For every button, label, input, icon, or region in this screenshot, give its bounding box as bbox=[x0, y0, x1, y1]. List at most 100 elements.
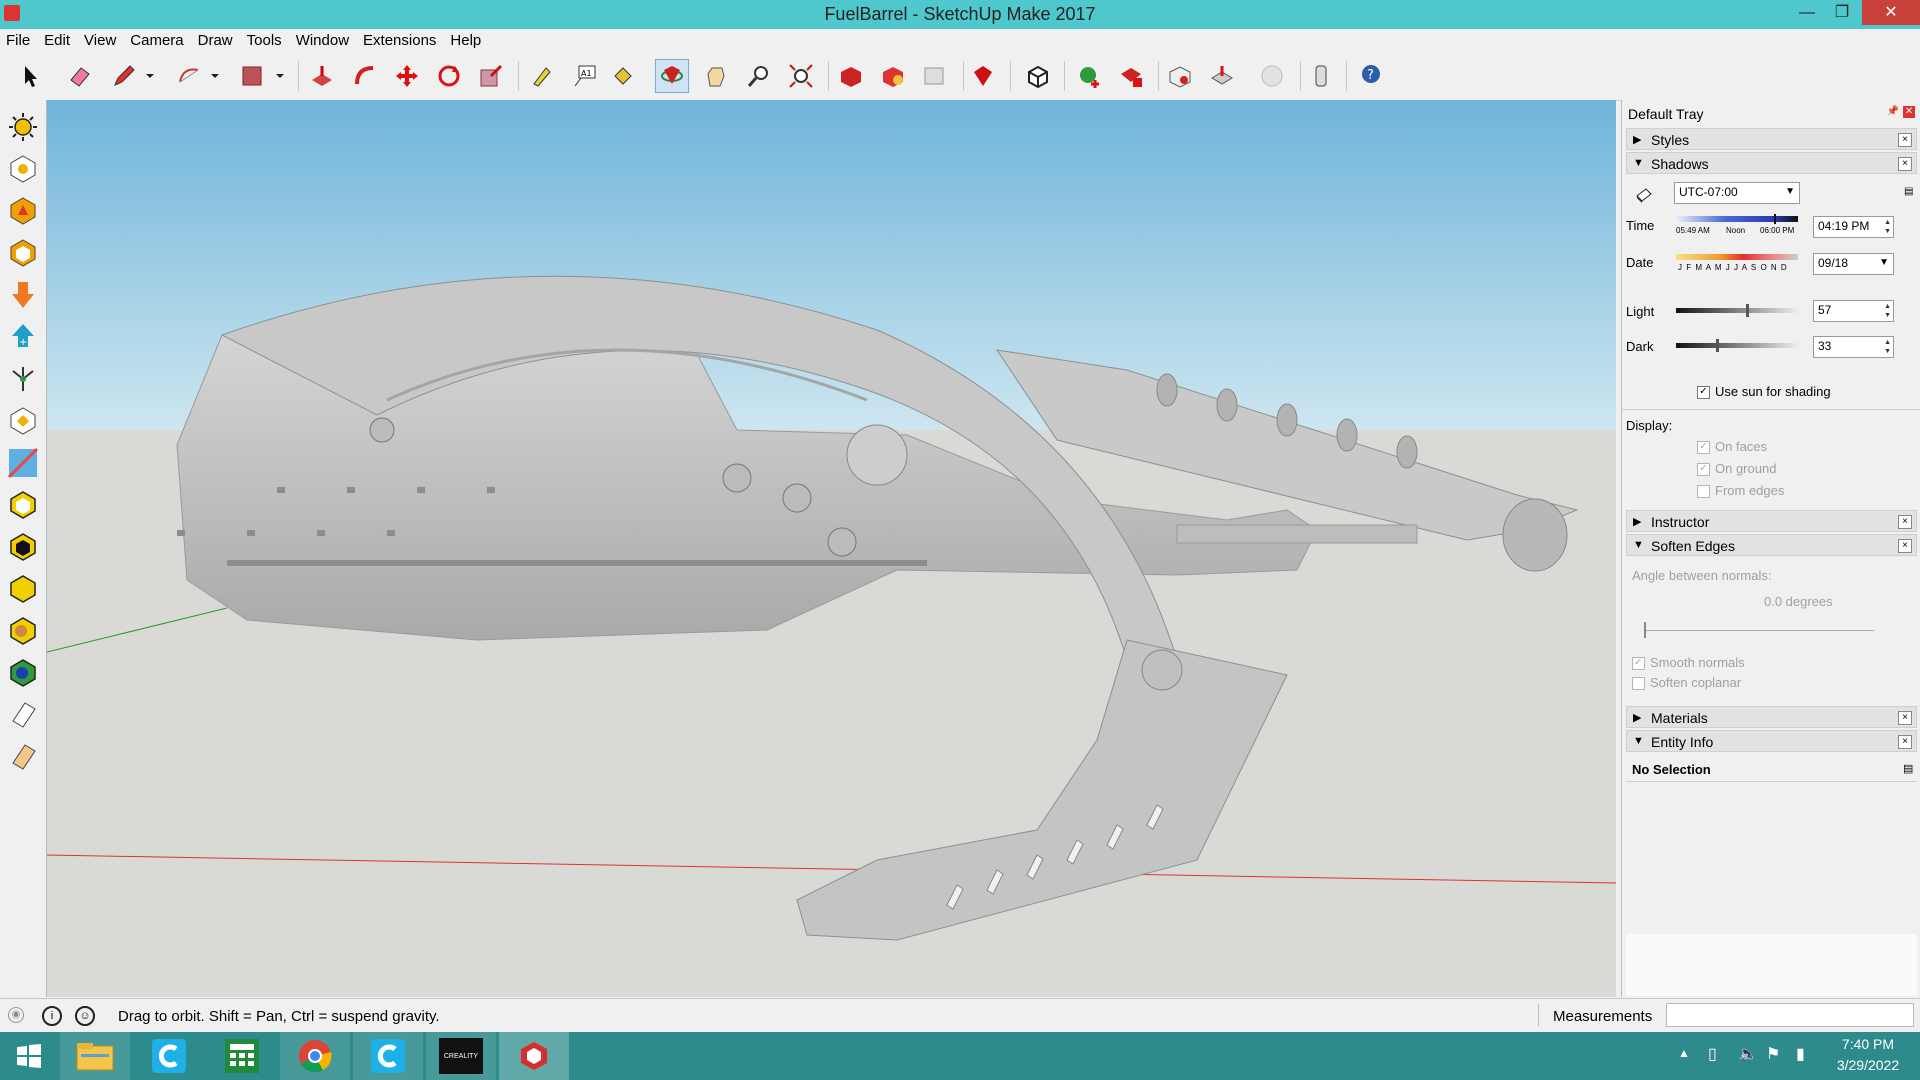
on-ground-checkbox[interactable]: ✓ On ground bbox=[1697, 461, 1776, 477]
pin-icon[interactable]: 📌 bbox=[1887, 106, 1899, 117]
maximize-button[interactable]: ❐ bbox=[1822, 0, 1862, 25]
sketchup-icon[interactable] bbox=[499, 1032, 569, 1080]
dropdown-icon[interactable] bbox=[143, 59, 157, 93]
dark-slider[interactable] bbox=[1676, 339, 1798, 352]
volume-icon[interactable]: 🔈 bbox=[1738, 1044, 1758, 1064]
solid-outer-shell-icon[interactable] bbox=[4, 486, 42, 524]
panel-materials[interactable]: ▶ Materials × bbox=[1626, 706, 1917, 728]
checkbox-unchecked-icon[interactable] bbox=[1697, 485, 1710, 499]
menu-help[interactable]: Help bbox=[443, 29, 488, 49]
solid-trim-icon[interactable] bbox=[4, 654, 42, 692]
dropdown-icon[interactable] bbox=[208, 59, 222, 93]
sandbox-from-scratch-icon[interactable] bbox=[4, 192, 42, 230]
sandbox-from-contours-icon[interactable] bbox=[4, 150, 42, 188]
solid-subtract-icon[interactable] bbox=[4, 612, 42, 650]
close-panel-icon[interactable]: × bbox=[1898, 157, 1912, 171]
details-toggle-icon[interactable]: ▤ bbox=[1904, 186, 1916, 200]
pencil-icon[interactable] bbox=[107, 59, 141, 93]
checkbox-checked-icon[interactable]: ✓ bbox=[1697, 386, 1710, 400]
menu-edit[interactable]: Edit bbox=[37, 29, 77, 49]
dark-slider-thumb[interactable] bbox=[1716, 339, 1719, 352]
close-panel-icon[interactable]: × bbox=[1898, 515, 1912, 529]
orbit-icon[interactable] bbox=[655, 59, 689, 93]
scale-icon[interactable] bbox=[474, 59, 508, 93]
stamp-icon[interactable] bbox=[4, 276, 42, 314]
details-toggle-icon[interactable]: ▤ bbox=[1903, 762, 1913, 775]
extension-warehouse-icon[interactable] bbox=[876, 59, 910, 93]
close-panel-icon[interactable]: × bbox=[1898, 539, 1912, 553]
light-field[interactable]: 57 ▲ ▼ bbox=[1813, 300, 1894, 322]
angle-slider[interactable] bbox=[1644, 622, 1874, 638]
device-icon[interactable]: ▯ bbox=[1708, 1044, 1717, 1064]
toggle-shadows-icon[interactable] bbox=[1634, 184, 1654, 204]
rotate-icon[interactable] bbox=[432, 59, 466, 93]
creality-icon[interactable]: CREALITY bbox=[426, 1032, 496, 1080]
panel-entity-info[interactable]: ▼ Entity Info × bbox=[1626, 730, 1917, 752]
checkbox-checked-icon[interactable]: ✓ bbox=[1697, 441, 1710, 455]
from-edges-checkbox[interactable]: From edges bbox=[1697, 483, 1784, 499]
ccleaner-icon[interactable] bbox=[353, 1032, 423, 1080]
select-icon[interactable] bbox=[13, 59, 47, 93]
timezone-select[interactable]: UTC-07:00 ▼ bbox=[1674, 182, 1800, 204]
time-slider[interactable] bbox=[1676, 214, 1798, 224]
geo-location-icon[interactable]: ◉ bbox=[8, 1007, 24, 1023]
model-info-icon[interactable] bbox=[1304, 59, 1338, 93]
paint-bucket-icon[interactable] bbox=[606, 59, 640, 93]
follow-me-icon[interactable] bbox=[348, 59, 382, 93]
push-pull-icon[interactable] bbox=[305, 59, 339, 93]
component-icon[interactable] bbox=[1021, 59, 1055, 93]
dark-field[interactable]: 33 ▲ ▼ bbox=[1813, 336, 1894, 358]
show-hidden-icons[interactable]: ▲ bbox=[1678, 1046, 1690, 1060]
add-location-icon[interactable] bbox=[1072, 59, 1106, 93]
spinner-icon[interactable]: ▲ ▼ bbox=[1884, 338, 1891, 356]
extension-manager-icon[interactable] bbox=[966, 59, 1000, 93]
close-panel-icon[interactable]: × bbox=[1898, 735, 1912, 749]
tape-measure-icon[interactable] bbox=[525, 59, 559, 93]
menu-tools[interactable]: Tools bbox=[240, 29, 289, 49]
menu-file[interactable]: File bbox=[0, 29, 37, 49]
calculator-icon[interactable] bbox=[207, 1032, 277, 1080]
start-button[interactable] bbox=[0, 1032, 58, 1080]
zoom-extents-icon[interactable] bbox=[784, 59, 818, 93]
menu-extensions[interactable]: Extensions bbox=[356, 29, 443, 49]
share-model-icon[interactable] bbox=[1205, 59, 1239, 93]
time-slider-thumb[interactable] bbox=[1774, 214, 1776, 224]
panel-instructor[interactable]: ▶ Instructor × bbox=[1626, 510, 1917, 532]
on-faces-checkbox[interactable]: ✓ On faces bbox=[1697, 439, 1767, 455]
light-slider-thumb[interactable] bbox=[1746, 304, 1749, 317]
close-button[interactable]: ✕ bbox=[1862, 0, 1920, 25]
dropdown-icon[interactable] bbox=[273, 59, 287, 93]
text-icon[interactable]: A1 bbox=[568, 59, 602, 93]
smooth-normals-checkbox[interactable]: ✓ Smooth normals bbox=[1632, 655, 1745, 671]
user-icon[interactable]: ☺ bbox=[75, 1006, 95, 1026]
soften-coplanar-checkbox[interactable]: Soften coplanar bbox=[1632, 675, 1741, 691]
pan-icon[interactable] bbox=[699, 59, 733, 93]
ccleaner-icon[interactable] bbox=[134, 1032, 204, 1080]
date-slider[interactable] bbox=[1676, 254, 1798, 260]
solid-intersect-icon[interactable] bbox=[4, 528, 42, 566]
solid-union-icon[interactable] bbox=[4, 570, 42, 608]
smoove-icon[interactable] bbox=[4, 234, 42, 272]
3d-warehouse-icon[interactable] bbox=[834, 59, 868, 93]
tray-close-icon[interactable]: ✕ bbox=[1903, 106, 1915, 118]
checkbox-checked-icon[interactable]: ✓ bbox=[1697, 463, 1710, 477]
add-detail-icon[interactable] bbox=[4, 360, 42, 398]
preview-icon[interactable] bbox=[1255, 59, 1289, 93]
clock-date[interactable]: 3/29/2022 bbox=[1832, 1057, 1904, 1073]
modeling-viewport[interactable] bbox=[47, 100, 1616, 997]
solid-split-icon[interactable] bbox=[4, 696, 42, 734]
rectangle-icon[interactable] bbox=[235, 59, 269, 93]
spinner-icon[interactable]: ▲ ▼ bbox=[1884, 218, 1891, 236]
date-field[interactable]: 09/18 ▼ bbox=[1813, 253, 1894, 275]
checkbox-unchecked-icon[interactable] bbox=[1632, 677, 1645, 691]
zoom-icon[interactable] bbox=[742, 59, 776, 93]
checkbox-checked-icon[interactable]: ✓ bbox=[1632, 657, 1645, 671]
time-field[interactable]: 04:19 PM ▲ ▼ bbox=[1813, 216, 1894, 238]
move-icon[interactable] bbox=[390, 59, 424, 93]
chrome-icon[interactable] bbox=[280, 1032, 350, 1080]
minimize-button[interactable]: — bbox=[1787, 0, 1827, 25]
light-slider[interactable] bbox=[1676, 304, 1798, 317]
use-sun-checkbox[interactable]: ✓ Use sun for shading bbox=[1697, 384, 1831, 400]
layout-icon[interactable] bbox=[918, 59, 952, 93]
panel-styles[interactable]: ▶ Styles × bbox=[1626, 128, 1917, 150]
